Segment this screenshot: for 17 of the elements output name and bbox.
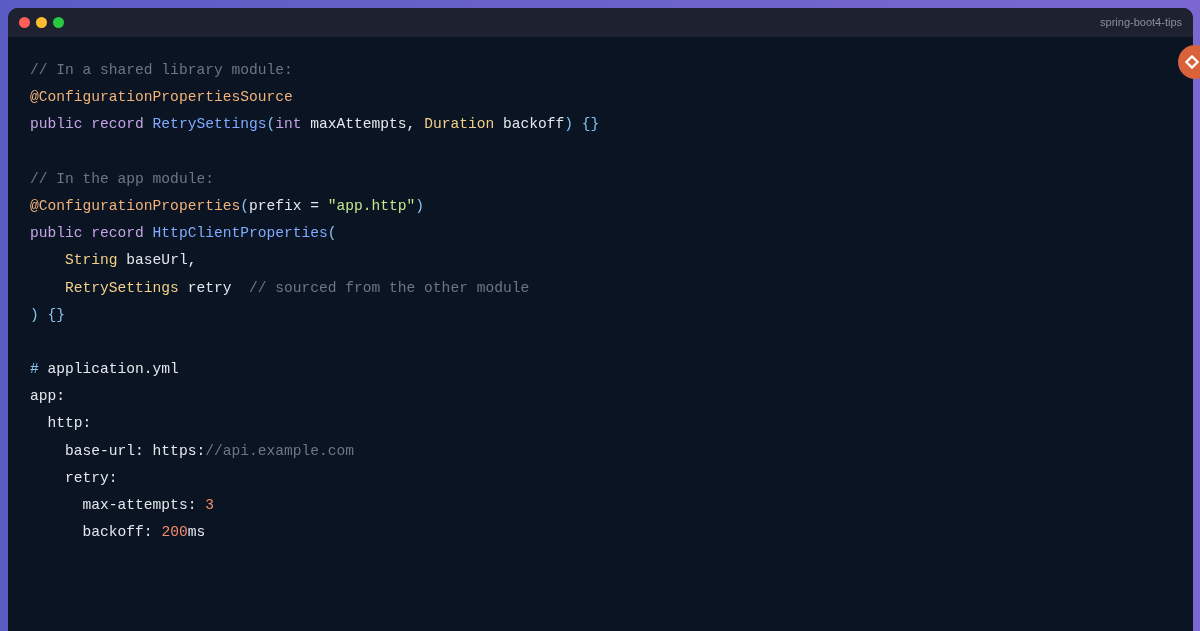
code-line: app:: [30, 388, 66, 405]
code-line: ) {}: [30, 306, 66, 323]
code-line: // In the app module:: [30, 170, 214, 187]
code-line: backoff: 200ms: [81, 524, 206, 541]
code-line: retry:: [64, 469, 118, 486]
code-line: max-attempts: 3: [81, 497, 214, 513]
code-line: # application.yml: [30, 361, 179, 378]
window-title: spring-boot4-tips: [1100, 15, 1182, 31]
code-line: public record RetrySettings(int maxAttempts, Duration backoff) {}: [30, 116, 600, 133]
code-line: String baseUrl,: [64, 252, 197, 269]
code-line: base-url: https://api.example.com: [64, 442, 355, 459]
code-line: // In a shared library module:: [30, 62, 293, 78]
code-line: @ConfigurationPropertiesSource: [30, 89, 293, 106]
code-line: public record HttpClientProperties(: [30, 225, 337, 242]
code-line: http:: [46, 415, 92, 432]
code-line: RetrySettings retry // sourced from the other module: [64, 279, 530, 296]
code-line: @ConfigurationProperties(prefix = "app.http"): [30, 197, 425, 214]
